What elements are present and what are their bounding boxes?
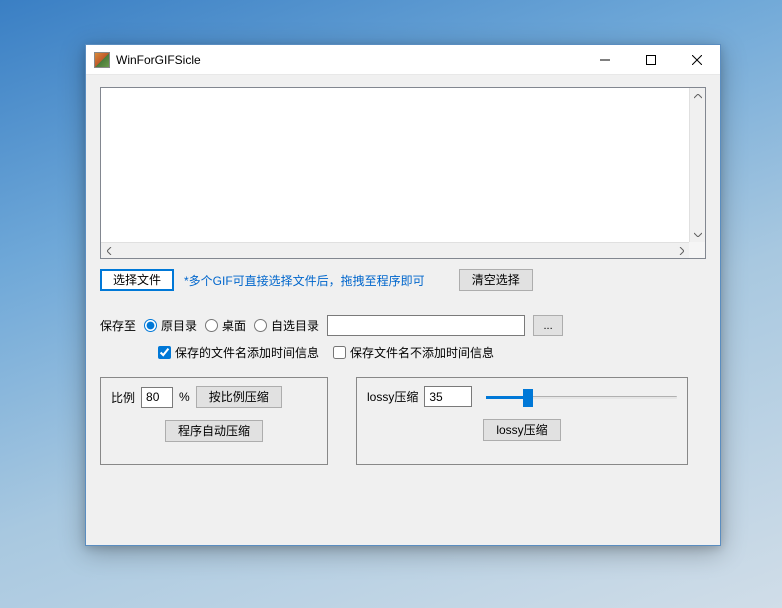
radio-desktop-label: 桌面 — [222, 317, 246, 334]
auto-compress-button[interactable]: 程序自动压缩 — [165, 420, 263, 442]
lossy-panel: lossy压缩 lossy压缩 — [356, 377, 688, 465]
select-file-button[interactable]: 选择文件 — [100, 269, 174, 291]
file-list[interactable] — [100, 87, 706, 259]
scroll-up-icon[interactable] — [690, 88, 706, 104]
scroll-corner — [689, 242, 705, 258]
minimize-icon — [600, 55, 610, 65]
maximize-button[interactable] — [628, 45, 674, 74]
custom-path-input[interactable] — [327, 315, 525, 336]
ratio-label: 比例 — [111, 389, 135, 406]
app-window: WinForGIFSicle — [85, 44, 721, 546]
radio-original-input[interactable] — [144, 319, 157, 332]
checkbox-no-time[interactable]: 保存文件名不添加时间信息 — [333, 344, 494, 361]
checkbox-add-time-input[interactable] — [158, 346, 171, 359]
lossy-label: lossy压缩 — [367, 388, 418, 405]
scroll-right-icon[interactable] — [673, 243, 689, 259]
file-actions-row: 选择文件 *多个GIF可直接选择文件后，拖拽至程序即可 清空选择 — [100, 269, 706, 291]
window-title: WinForGIFSicle — [116, 53, 582, 67]
radio-original-label: 原目录 — [161, 317, 197, 334]
compress-panels: 比例 % 按比例压缩 程序自动压缩 lossy压缩 — [100, 377, 706, 465]
horizontal-scrollbar[interactable] — [101, 242, 689, 258]
close-button[interactable] — [674, 45, 720, 74]
radio-custom-input[interactable] — [254, 319, 267, 332]
scroll-down-icon[interactable] — [690, 226, 706, 242]
ratio-compress-button[interactable]: 按比例压缩 — [196, 386, 282, 408]
browse-button[interactable]: ... — [533, 315, 563, 336]
lossy-input[interactable] — [424, 386, 472, 407]
titlebar[interactable]: WinForGIFSicle — [86, 45, 720, 75]
radio-custom-label: 自选目录 — [271, 317, 319, 334]
app-icon — [94, 52, 110, 68]
checkbox-add-time[interactable]: 保存的文件名添加时间信息 — [158, 344, 319, 361]
radio-desktop-input[interactable] — [205, 319, 218, 332]
slider-thumb[interactable] — [523, 389, 533, 407]
clear-button[interactable]: 清空选择 — [459, 269, 533, 291]
checkbox-no-time-input[interactable] — [333, 346, 346, 359]
checkbox-no-time-label: 保存文件名不添加时间信息 — [350, 344, 494, 361]
minimize-button[interactable] — [582, 45, 628, 74]
slider-fill — [486, 396, 528, 399]
lossy-slider[interactable] — [486, 387, 677, 407]
lossy-compress-button[interactable]: lossy压缩 — [483, 419, 560, 441]
radio-original-dir[interactable]: 原目录 — [144, 317, 197, 334]
checkbox-add-time-label: 保存的文件名添加时间信息 — [175, 344, 319, 361]
save-to-label: 保存至 — [100, 317, 136, 334]
ratio-panel: 比例 % 按比例压缩 程序自动压缩 — [100, 377, 328, 465]
maximize-icon — [646, 55, 656, 65]
radio-custom-dir[interactable]: 自选目录 — [254, 317, 319, 334]
scroll-left-icon[interactable] — [101, 243, 117, 259]
ratio-input[interactable] — [141, 387, 173, 408]
save-to-row: 保存至 原目录 桌面 自选目录 ... — [100, 315, 706, 336]
window-controls — [582, 45, 720, 74]
drag-hint: *多个GIF可直接选择文件后，拖拽至程序即可 — [184, 272, 425, 289]
window-body: 选择文件 *多个GIF可直接选择文件后，拖拽至程序即可 清空选择 保存至 原目录… — [86, 75, 720, 479]
filename-options-row: 保存的文件名添加时间信息 保存文件名不添加时间信息 — [100, 344, 706, 361]
close-icon — [692, 55, 702, 65]
radio-desktop[interactable]: 桌面 — [205, 317, 246, 334]
percent-label: % — [179, 390, 190, 404]
vertical-scrollbar[interactable] — [689, 88, 705, 242]
